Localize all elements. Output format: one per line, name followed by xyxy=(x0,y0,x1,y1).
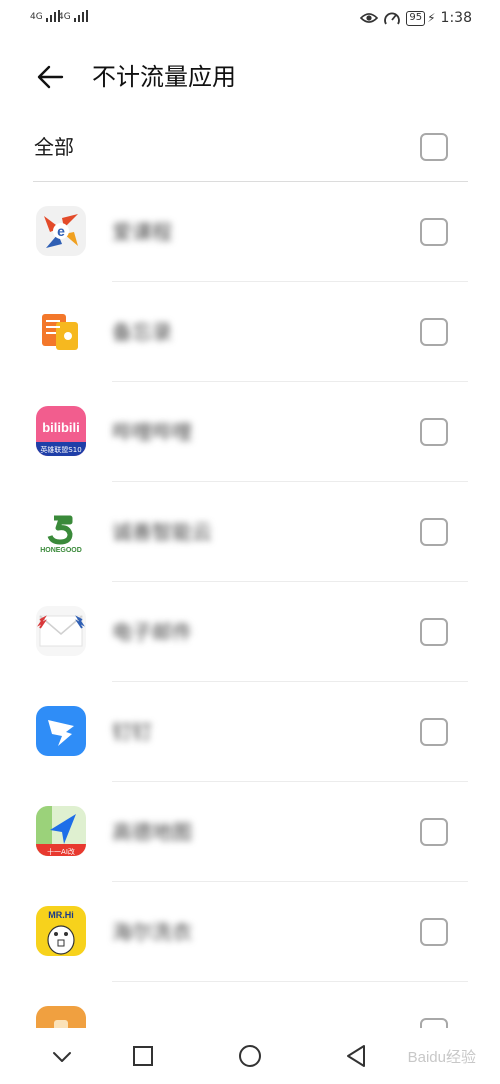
app-name: 钉钉 xyxy=(112,720,152,744)
app-checkbox[interactable] xyxy=(420,718,448,746)
app-checkbox[interactable] xyxy=(420,318,448,346)
list-item[interactable]: 备忘录 xyxy=(0,282,500,382)
app-checkbox[interactable] xyxy=(420,918,448,946)
navigation-bar: Baidu经验 xyxy=(0,1028,500,1084)
back-arrow-icon[interactable] xyxy=(34,60,68,94)
list-item[interactable]: 钉钉 xyxy=(0,682,500,782)
svg-text:e: e xyxy=(57,223,65,239)
select-all-row[interactable]: 全部 xyxy=(0,112,500,182)
list-item[interactable]: bilibili 英雄联盟S10 哔哩哔哩 xyxy=(0,382,500,482)
signal-1: 4G xyxy=(30,10,60,22)
haier-logo-text: MR.Hi xyxy=(48,910,74,920)
list-item[interactable] xyxy=(0,982,500,1028)
eye-comfort-icon xyxy=(360,13,379,23)
select-all-checkbox[interactable] xyxy=(420,133,448,161)
icourse-icon: e xyxy=(36,206,86,256)
signal-1-label: 4G xyxy=(30,12,43,22)
charging-icon: ⚡ xyxy=(427,11,436,25)
app-name: 高德地图 xyxy=(112,820,192,844)
app-name: 爱课程 xyxy=(112,220,172,244)
app-checkbox[interactable] xyxy=(420,818,448,846)
app-list[interactable]: e 爱课程 备忘录 bilibili 英雄联盟S10 哔哩哔哩 HONEGOOD… xyxy=(0,182,500,1028)
status-right: 95 ⚡ 1:38 xyxy=(360,8,472,28)
app-icon xyxy=(36,1006,86,1028)
signal-2-label: 4G xyxy=(58,12,71,22)
battery-level: 95 xyxy=(406,10,426,26)
bilibili-badge-text: 英雄联盟S10 xyxy=(40,445,81,454)
app-name: 诚善智能云 xyxy=(112,520,212,544)
list-item[interactable]: 电子邮件 xyxy=(0,582,500,682)
clock: 1:38 xyxy=(440,10,472,26)
watermark: Baidu经验 xyxy=(407,1049,476,1066)
speed-icon xyxy=(384,12,401,25)
haier-laundry-icon: MR.Hi xyxy=(36,906,86,956)
select-all-label: 全部 xyxy=(34,135,74,159)
dingtalk-icon xyxy=(36,706,86,756)
bilibili-logo-text: bilibili xyxy=(42,420,80,435)
amap-badge-text: 十一AI改 xyxy=(47,847,75,856)
app-checkbox[interactable] xyxy=(420,618,448,646)
app-checkbox[interactable] xyxy=(420,218,448,246)
list-item[interactable]: e 爱课程 xyxy=(0,182,500,282)
amap-icon: 十一AI改 xyxy=(36,806,86,856)
app-name: 电子邮件 xyxy=(112,620,192,644)
page-title: 不计流量应用 xyxy=(92,63,236,91)
honegood-icon: HONEGOOD xyxy=(36,506,86,556)
email-icon xyxy=(36,606,86,656)
triangle-back-icon[interactable] xyxy=(338,1038,374,1074)
list-item[interactable]: HONEGOOD 诚善智能云 xyxy=(0,482,500,582)
list-item[interactable]: 十一AI改 高德地图 xyxy=(0,782,500,882)
app-checkbox[interactable] xyxy=(420,418,448,446)
app-name: 哔哩哔哩 xyxy=(112,420,192,444)
header: 不计流量应用 xyxy=(0,52,500,102)
app-name: 海尔洗衣 xyxy=(112,920,192,944)
app-checkbox[interactable] xyxy=(420,1018,448,1028)
honegood-logo-text: HONEGOOD xyxy=(40,547,82,554)
square-icon[interactable] xyxy=(125,1038,161,1074)
notes-icon xyxy=(36,306,86,356)
status-bar: 4G 4G 95 ⚡ 1:38 xyxy=(0,0,500,36)
list-item[interactable]: MR.Hi 海尔洗衣 xyxy=(0,882,500,982)
signal-bars-icon xyxy=(73,10,88,22)
signal-2: 4G xyxy=(58,10,88,22)
app-checkbox[interactable] xyxy=(420,518,448,546)
bilibili-icon: bilibili 英雄联盟S10 xyxy=(36,406,86,456)
chevron-down-icon[interactable] xyxy=(44,1038,80,1074)
app-name: 备忘录 xyxy=(112,320,172,344)
circle-home-icon[interactable] xyxy=(232,1038,268,1074)
